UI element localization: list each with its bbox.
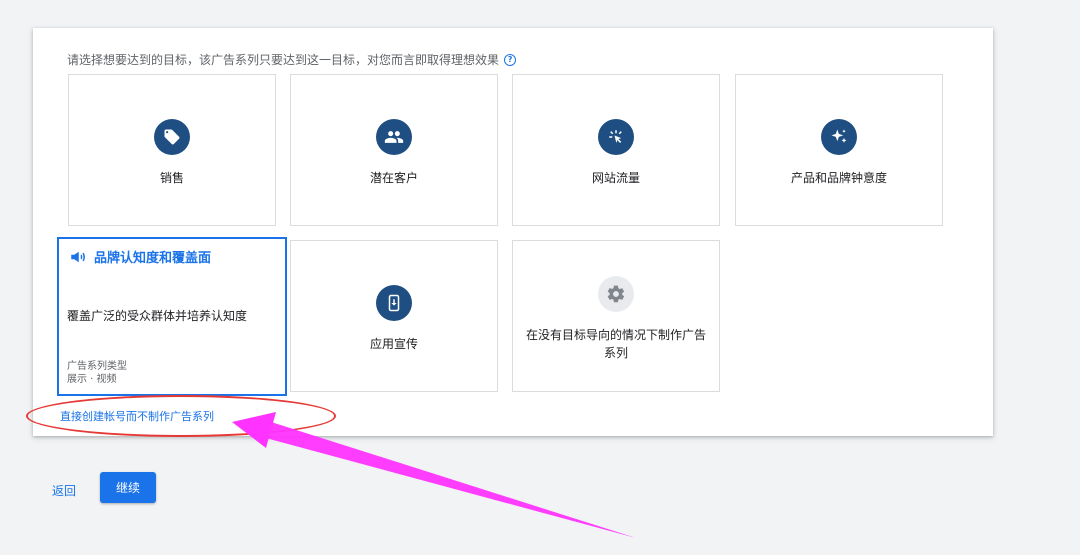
goal-label: 品牌认知度和覆盖面 [94, 251, 212, 266]
goal-label: 潜在客户 [369, 171, 418, 185]
megaphone-icon [71, 251, 85, 262]
goal-label: 应用宣传 [369, 337, 418, 351]
back-button[interactable]: 返回 [52, 482, 76, 499]
selected-goal-header: 品牌认知度和覆盖面 [69, 247, 211, 266]
goal-prompt-text: 请选择想要达到的目标，该广告系列只要达到这一目标，对您而言即取得理想效果 [67, 53, 500, 67]
campaign-type-info: 广告系列类型 展示 · 视频 [67, 360, 127, 386]
goal-label: 网站流量 [591, 171, 640, 185]
goal-card-website-traffic[interactable]: 网站流量 [512, 74, 720, 226]
goal-description: 覆盖广泛的受众群体并培养认知度 [67, 309, 248, 323]
create-account-without-campaign-link[interactable]: 直接创建帐号而不制作广告系列 [60, 408, 214, 424]
goal-label: 销售 [159, 171, 184, 185]
goal-card-sales[interactable]: 销售 [68, 74, 276, 226]
cursor-click-icon [598, 119, 634, 155]
goal-card-leads[interactable]: 潜在客户 [290, 74, 498, 226]
goal-prompt: 请选择想要达到的目标，该广告系列只要达到这一目标，对您而言即取得理想效果 ? [67, 51, 517, 68]
campaign-type-label: 广告系列类型 [67, 361, 127, 372]
campaign-type-value: 展示 · 视频 [67, 374, 117, 385]
goal-selection-panel: 请选择想要达到的目标，该广告系列只要达到这一目标，对您而言即取得理想效果 ? 销… [33, 28, 993, 436]
goal-card-app-promotion[interactable]: 应用宣传 [290, 240, 498, 392]
phone-download-icon [376, 285, 412, 321]
goal-label: 产品和品牌钟意度 [790, 171, 887, 185]
tag-icon [154, 119, 190, 155]
continue-button[interactable]: 继续 [100, 472, 156, 503]
gear-icon [598, 276, 634, 312]
people-icon [376, 119, 412, 155]
goal-card-no-goal[interactable]: 在没有目标导向的情况下制作广告系列 [512, 240, 720, 392]
goal-card-brand-awareness[interactable]: 品牌认知度和覆盖面 覆盖广泛的受众群体并培养认知度 广告系列类型 展示 · 视频 [57, 237, 287, 396]
sparkle-icon [821, 119, 857, 155]
goal-card-brand-consideration[interactable]: 产品和品牌钟意度 [735, 74, 943, 226]
help-icon[interactable]: ? [504, 53, 517, 66]
goal-label: 在没有目标导向的情况下制作广告系列 [525, 328, 706, 360]
